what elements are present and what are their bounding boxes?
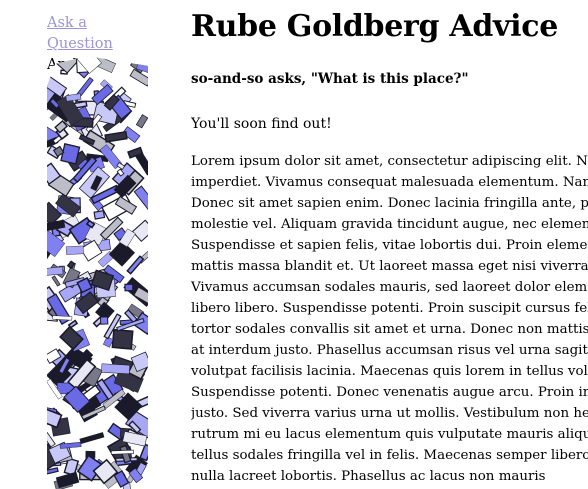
body-line: Suspendisse potenti. Donec venenatis aug…	[191, 385, 588, 400]
art-fragment	[129, 56, 148, 60]
body-line: Suspendisse et sapien felis, vitae lobor…	[191, 238, 588, 253]
art-fragment	[111, 328, 134, 350]
body-line: volutpat facilisis lacinia. Maecenas qui…	[191, 364, 588, 379]
body-line: molestie vel. Aliquam gravida tincidunt …	[191, 217, 588, 232]
body-line: at interdum justo. Phasellus accumsan ri…	[191, 343, 588, 358]
art-fragment	[52, 315, 73, 321]
body-line: nulla lacreet lobortis. Phasellus ac lac…	[191, 469, 546, 484]
body-line: tortor sodales convallis sit amet et urn…	[191, 322, 588, 337]
question-heading: so-and-so asks, "What is this place?"	[191, 71, 469, 87]
body-line: tellus sodales fringilla vel in felis. M…	[191, 448, 588, 463]
body-line: justo. Sed viverra varius urna ut mollis…	[191, 406, 588, 421]
art-fragment	[99, 316, 109, 325]
body-line: mattis massa blandit et. Ut laoreet mass…	[191, 259, 588, 274]
art-fragment	[93, 209, 106, 220]
body-line: imperdiet. Vivamus consequat malesuada e…	[191, 175, 588, 190]
art-fragment	[110, 449, 134, 455]
answer-text: You'll soon find out!	[191, 116, 332, 132]
art-fragment	[134, 56, 148, 65]
abstract-collage-image	[47, 56, 148, 489]
body-line: Donec sit amet sapien enim. Donec lacini…	[191, 196, 588, 211]
art-fragment	[124, 283, 134, 292]
page-title: Rube Goldberg Advice	[191, 9, 558, 44]
ask-question-link[interactable]: Ask a Question	[47, 13, 157, 55]
body-line: libero libero. Suspendisse potenti. Proi…	[191, 301, 588, 316]
body-line: Vivamus accumsan sodales mauris, sed lao…	[191, 280, 588, 295]
art-fragment	[65, 245, 84, 255]
body-line: rutrum mi eu lacus elementum quis vulput…	[191, 427, 588, 442]
main-content: Rube Goldberg Advice so-and-so asks, "Wh…	[191, 0, 588, 489]
body-paragraph: Lorem ipsum dolor sit amet, consectetur …	[191, 151, 588, 487]
body-line: Lorem ipsum dolor sit amet, consectetur …	[191, 154, 588, 169]
art-fragment	[101, 363, 130, 375]
art-fragment	[60, 143, 81, 165]
